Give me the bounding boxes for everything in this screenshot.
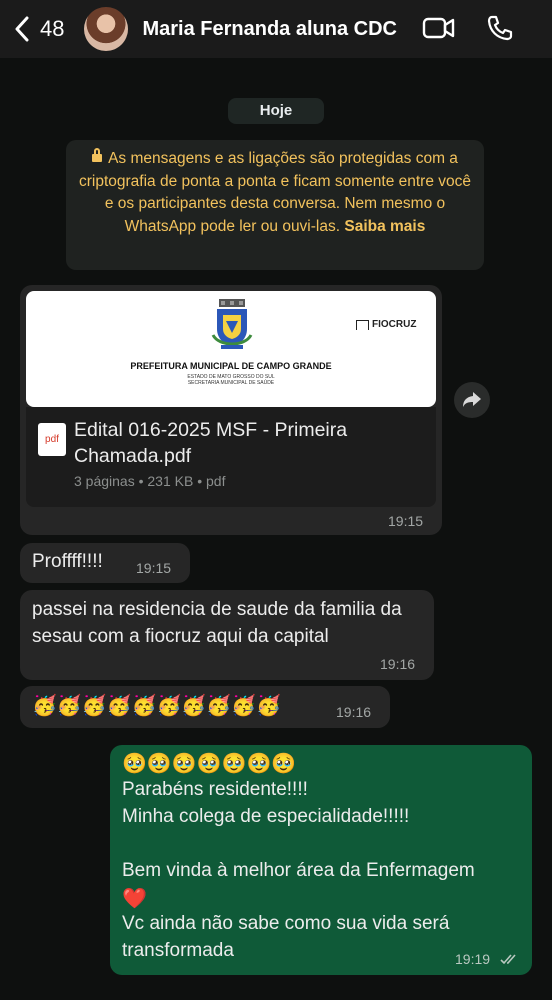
fiocruz-logo: FIOCRUZ bbox=[356, 319, 416, 330]
message-line: Bem vinda à melhor área da Enfermagem bbox=[122, 860, 475, 881]
coat-of-arms-icon bbox=[211, 299, 253, 349]
document-file-name: Edital 016-2025 MSF - Primeira Chamada.p… bbox=[74, 419, 348, 467]
document-message[interactable]: PREFEITURA MUNICIPAL DE CAMPO GRANDE EST… bbox=[20, 285, 442, 535]
message-time: 19:16 bbox=[380, 656, 416, 672]
read-receipt-icon bbox=[500, 954, 516, 965]
chat-header: 48 Maria Fernanda aluna CDC bbox=[0, 0, 552, 58]
date-chip: Hoje bbox=[228, 98, 324, 124]
video-call-icon[interactable] bbox=[422, 14, 456, 42]
document-preview-title: PREFEITURA MUNICIPAL DE CAMPO GRANDE bbox=[130, 361, 332, 371]
message-time: 19:19 bbox=[455, 951, 491, 967]
document-meta: 3 páginas • 231 KB • pdf bbox=[74, 473, 226, 489]
message-bubble[interactable]: 🥳🥳🥳🥳🥳🥳🥳🥳🥳🥳 19:16 bbox=[20, 686, 390, 728]
message-text: 🥳🥳🥳🥳🥳🥳🥳🥳🥳🥳 bbox=[32, 695, 282, 717]
message-emoji-line: 🥹🥹🥹🥹🥹🥹🥹 bbox=[122, 753, 297, 775]
message-text: Proffff!!!! bbox=[32, 551, 103, 572]
message-bubble[interactable]: Proffff!!!! 19:15 bbox=[20, 543, 190, 583]
heart-emoji: ❤️ bbox=[122, 888, 147, 910]
phone-icon[interactable] bbox=[486, 14, 514, 42]
document-preview-subtitle-2: SECRETARIA MUNICIPAL DE SAÚDE bbox=[187, 380, 275, 386]
fiocruz-logo-text: FIOCRUZ bbox=[372, 319, 417, 330]
message-line: Parabéns residente!!!! bbox=[122, 779, 308, 800]
message-time: 19:15 bbox=[388, 513, 424, 529]
encryption-notice[interactable]: As mensagens e as ligações são protegida… bbox=[66, 140, 484, 270]
pdf-file-icon: pdf bbox=[38, 423, 66, 456]
outgoing-message-bubble[interactable]: 🥹🥹🥹🥹🥹🥹🥹 Parabéns residente!!!! Minha col… bbox=[110, 745, 532, 975]
fiocruz-mark-icon bbox=[356, 319, 369, 330]
forward-button[interactable] bbox=[454, 382, 490, 418]
message-line: Vc ainda não sabe como sua vida será bbox=[122, 913, 450, 934]
avatar[interactable] bbox=[84, 7, 129, 51]
message-line: transformada bbox=[122, 940, 234, 961]
back-button[interactable]: 48 bbox=[14, 9, 64, 49]
message-line: Minha colega de especialidade!!!!! bbox=[122, 806, 410, 827]
document-info[interactable]: pdf Edital 016-2025 MSF - Primeira Chama… bbox=[26, 407, 436, 507]
chevron-left-icon bbox=[15, 16, 29, 42]
learn-more-link[interactable]: Saiba mais bbox=[344, 218, 425, 235]
message-bubble[interactable]: passei na residencia de saude da familia… bbox=[20, 590, 434, 680]
message-time: 19:15 bbox=[136, 560, 172, 576]
message-text: passei na residencia de saude da familia… bbox=[32, 599, 402, 647]
document-preview[interactable]: PREFEITURA MUNICIPAL DE CAMPO GRANDE EST… bbox=[26, 291, 436, 407]
unread-count: 48 bbox=[40, 16, 65, 41]
contact-name[interactable]: Maria Fernanda aluna CDC bbox=[142, 18, 397, 41]
lock-icon bbox=[92, 148, 103, 164]
message-time: 19:16 bbox=[336, 704, 372, 720]
forward-icon bbox=[463, 392, 481, 407]
